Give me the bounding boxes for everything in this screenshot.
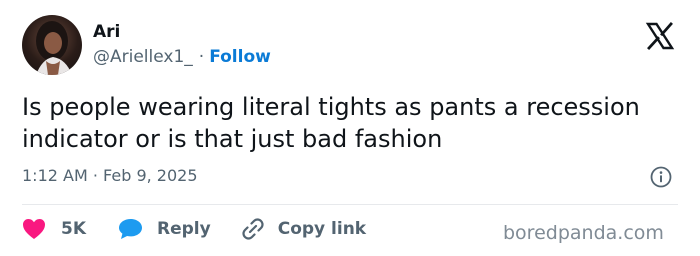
copy-link-label: Copy link [277, 219, 367, 239]
info-icon[interactable] [650, 166, 672, 188]
follow-button[interactable]: Follow [209, 47, 271, 67]
reply-label: Reply [157, 219, 211, 239]
avatar-image [36, 21, 72, 75]
separator-dot: · [198, 47, 205, 67]
watermark: boredpanda.com [503, 222, 664, 244]
link-icon [242, 218, 264, 240]
like-count: 5K [61, 219, 87, 239]
action-bar: 5K Reply Copy link [22, 215, 366, 243]
author-name[interactable]: Ari [93, 22, 120, 42]
author-handle-row: @Ariellex1_ · Follow [93, 47, 271, 67]
heart-icon [23, 219, 45, 239]
divider [22, 204, 678, 205]
author-handle[interactable]: @Ariellex1_ [93, 47, 193, 67]
tweet-timestamp[interactable]: 1:12 AM · Feb 9, 2025 [22, 166, 198, 185]
avatar[interactable] [22, 15, 82, 75]
speech-bubble-icon [119, 219, 143, 239]
reply-button[interactable]: Reply [118, 218, 211, 240]
copy-link-button[interactable]: Copy link [241, 217, 366, 241]
tweet-text: Is people wearing literal tights as pant… [22, 93, 640, 153]
x-logo-icon[interactable] [645, 21, 675, 51]
like-button[interactable]: 5K [22, 218, 86, 240]
